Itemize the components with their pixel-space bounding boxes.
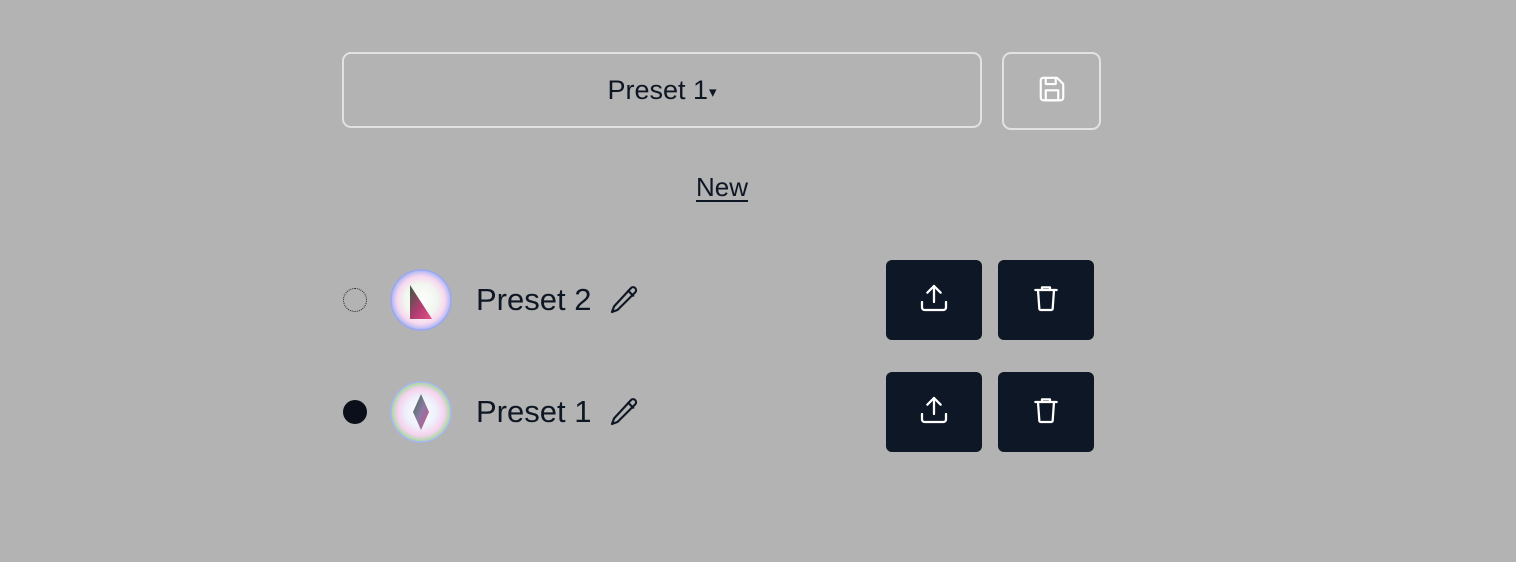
preset-name-label: Preset 1 xyxy=(476,394,592,429)
trash-icon xyxy=(1030,394,1062,431)
preset-dropdown[interactable]: Preset 1 ▾ xyxy=(342,52,982,128)
export-icon xyxy=(918,394,950,431)
preset-dropdown-label: Preset 1 xyxy=(607,74,709,105)
export-icon xyxy=(918,282,950,319)
preset-radio-selected[interactable] xyxy=(343,400,367,424)
preset-row: Preset 2 xyxy=(342,260,1102,340)
preset-name-label: Preset 2 xyxy=(476,282,592,317)
preset-thumbnail xyxy=(390,381,452,443)
preset-row: Preset 1 xyxy=(342,372,1102,452)
preset-radio-unselected[interactable] xyxy=(343,288,367,312)
export-button[interactable] xyxy=(886,260,982,340)
pencil-icon[interactable] xyxy=(607,395,641,429)
save-button[interactable] xyxy=(1002,52,1101,130)
export-button[interactable] xyxy=(886,372,982,452)
preset-name: Preset 2 xyxy=(476,282,641,318)
trash-icon xyxy=(1030,282,1062,319)
pencil-icon[interactable] xyxy=(607,283,641,317)
preset-thumbnail xyxy=(390,269,452,331)
delete-button[interactable] xyxy=(998,372,1094,452)
chevron-down-icon: ▾ xyxy=(709,84,717,101)
new-preset-link[interactable]: New xyxy=(0,172,1444,203)
delete-button[interactable] xyxy=(998,260,1094,340)
preset-name: Preset 1 xyxy=(476,394,641,430)
save-icon xyxy=(1037,74,1067,109)
